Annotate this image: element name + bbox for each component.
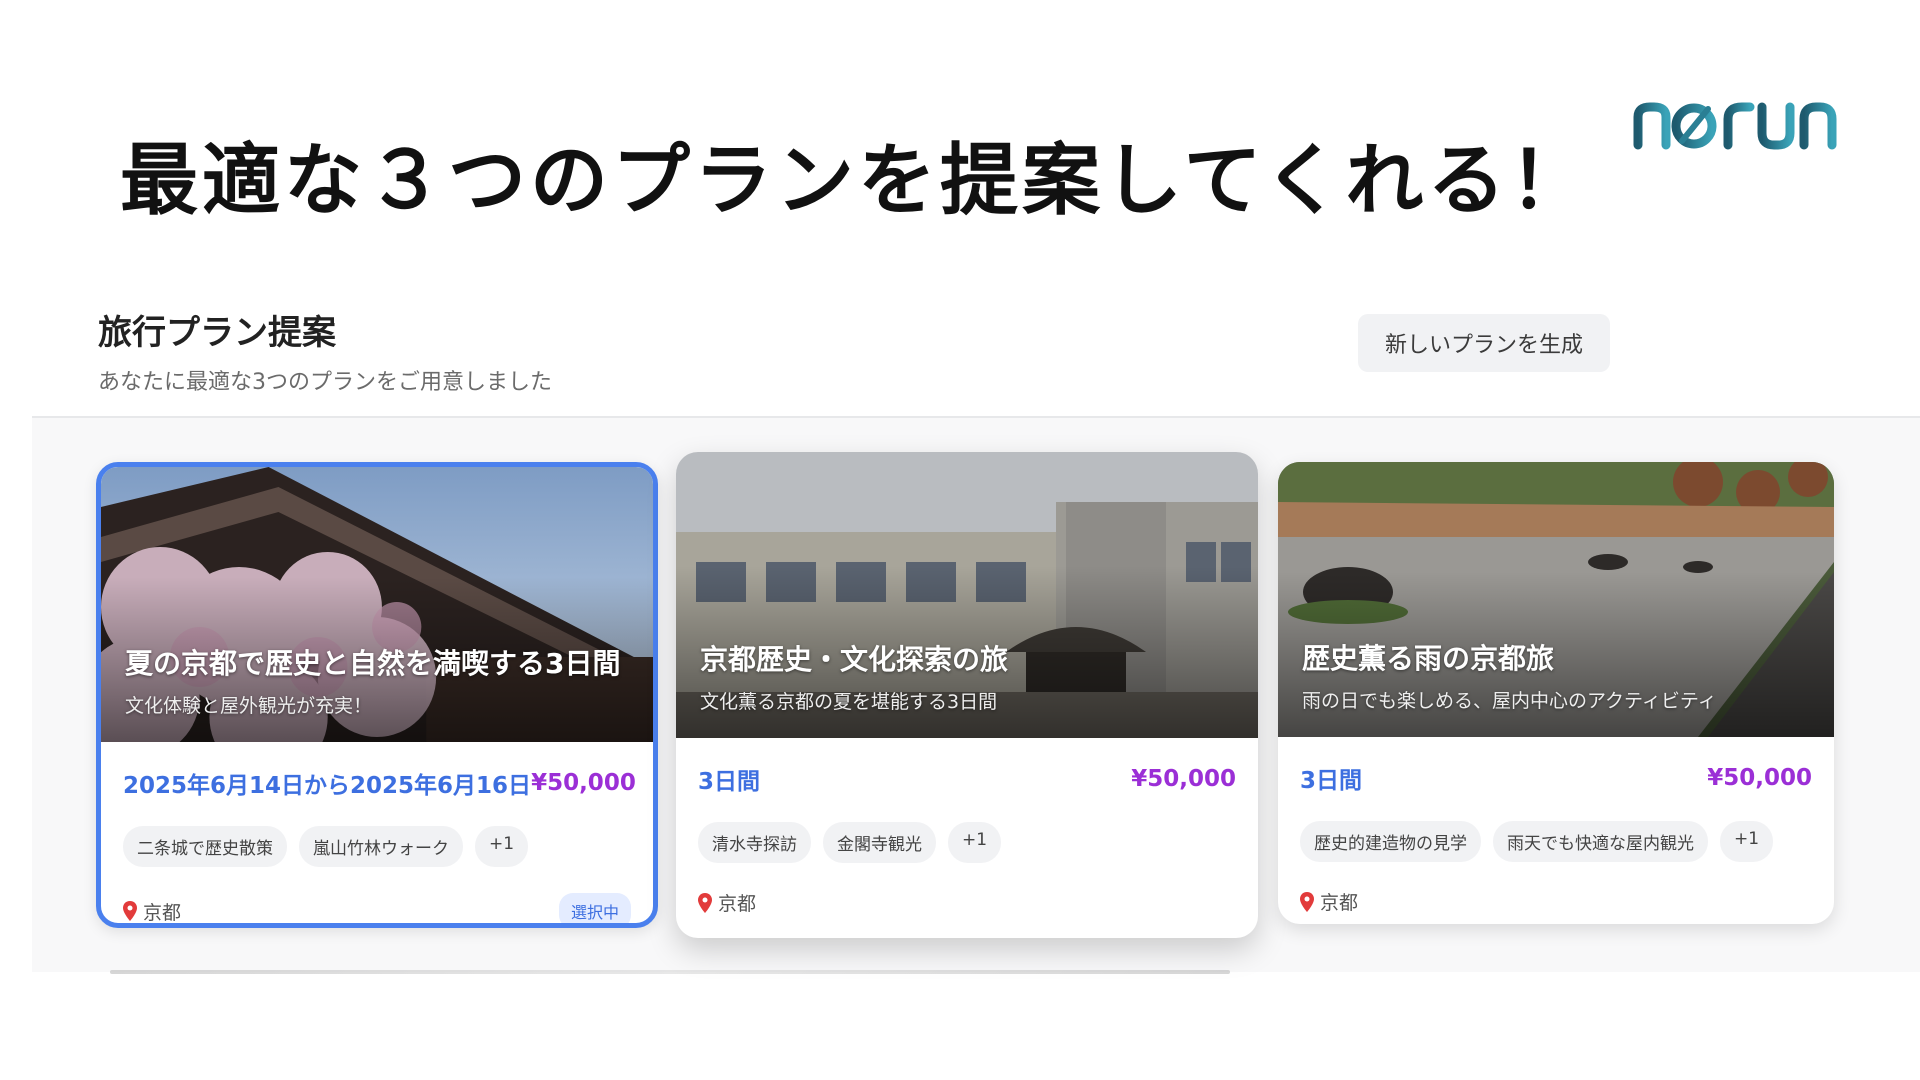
plan-location: 京都 (718, 893, 757, 915)
plan-tag: 嵐山竹林ウォーク (299, 826, 463, 867)
new-plan-button[interactable]: 新しいプランを生成 (1358, 314, 1610, 372)
plan-tag-more: +1 (475, 826, 529, 867)
plan-subtitle: 文化薫る京都の夏を堪能する3日間 (700, 691, 998, 713)
plan-tag: 二条城で歴史散策 (123, 826, 287, 867)
location-pin-icon (1300, 891, 1314, 912)
plan-price: ¥50,000 (1131, 766, 1236, 792)
plan-card[interactable]: 歴史薫る雨の京都旅 雨の日でも楽しめる、屋内中心のアクティビティ 3日間 ¥50… (1278, 462, 1834, 924)
plan-duration: 3日間 (1300, 768, 1363, 794)
plan-image-temple: 夏の京都で歴史と自然を満喫する3日間 文化体験と屋外観光が充実！ (101, 467, 653, 742)
location-pin-icon (123, 901, 137, 921)
norun-logo (1633, 102, 1837, 150)
plan-card[interactable]: 夏の京都で歴史と自然を満喫する3日間 文化体験と屋外観光が充実！ 2025年6月… (96, 462, 658, 928)
plan-price: ¥50,000 (531, 770, 636, 796)
plan-tag: 金閣寺観光 (823, 822, 936, 863)
plan-image-building: 京都歴史・文化探索の旅 文化薫る京都の夏を堪能する3日間 (676, 452, 1258, 738)
plan-subtitle: 文化体験と屋外観光が充実！ (125, 695, 373, 717)
section-title: 旅行プラン提案 (98, 313, 336, 353)
plan-location: 京都 (143, 901, 182, 924)
location-pin-icon (698, 892, 712, 913)
plan-duration: 2025年6月14日から2025年6月16日 (123, 773, 532, 799)
plan-image-rock-garden: 歴史薫る雨の京都旅 雨の日でも楽しめる、屋内中心のアクティビティ (1278, 462, 1834, 737)
next-row-peek (110, 970, 1230, 974)
plan-location: 京都 (1320, 892, 1359, 914)
section-header: 旅行プラン提案 あなたに最適な3つのプランをご用意しました (98, 305, 552, 396)
plan-price: ¥50,000 (1707, 765, 1812, 791)
plan-card[interactable]: 京都歴史・文化探索の旅 文化薫る京都の夏を堪能する3日間 3日間 ¥50,000… (676, 452, 1258, 938)
plan-tag: 清水寺探訪 (698, 822, 811, 863)
slide: 最適な３つのプランを提案してくれる！ 旅行プラン提案 あなたに最適な3つのプラン… (0, 0, 1920, 1080)
plan-tag-more: +1 (1720, 821, 1774, 862)
plan-title: 夏の京都で歴史と自然を満喫する3日間 (125, 647, 621, 680)
plan-subtitle: 雨の日でも楽しめる、屋内中心のアクティビティ (1302, 690, 1717, 712)
selected-badge: 選択中 (558, 893, 631, 923)
section-subtitle: あなたに最適な3つのプランをご用意しました (98, 370, 552, 395)
slide-headline: 最適な３つのプランを提案してくれる！ (120, 136, 1592, 226)
plan-tag-more: +1 (948, 822, 1002, 863)
plan-tag: 歴史的建造物の見学 (1300, 821, 1481, 862)
plan-title: 歴史薫る雨の京都旅 (1302, 642, 1555, 675)
plan-tag: 雨天でも快適な屋内観光 (1493, 821, 1708, 862)
plan-duration: 3日間 (698, 769, 761, 795)
plan-title: 京都歴史・文化探索の旅 (700, 643, 1009, 676)
